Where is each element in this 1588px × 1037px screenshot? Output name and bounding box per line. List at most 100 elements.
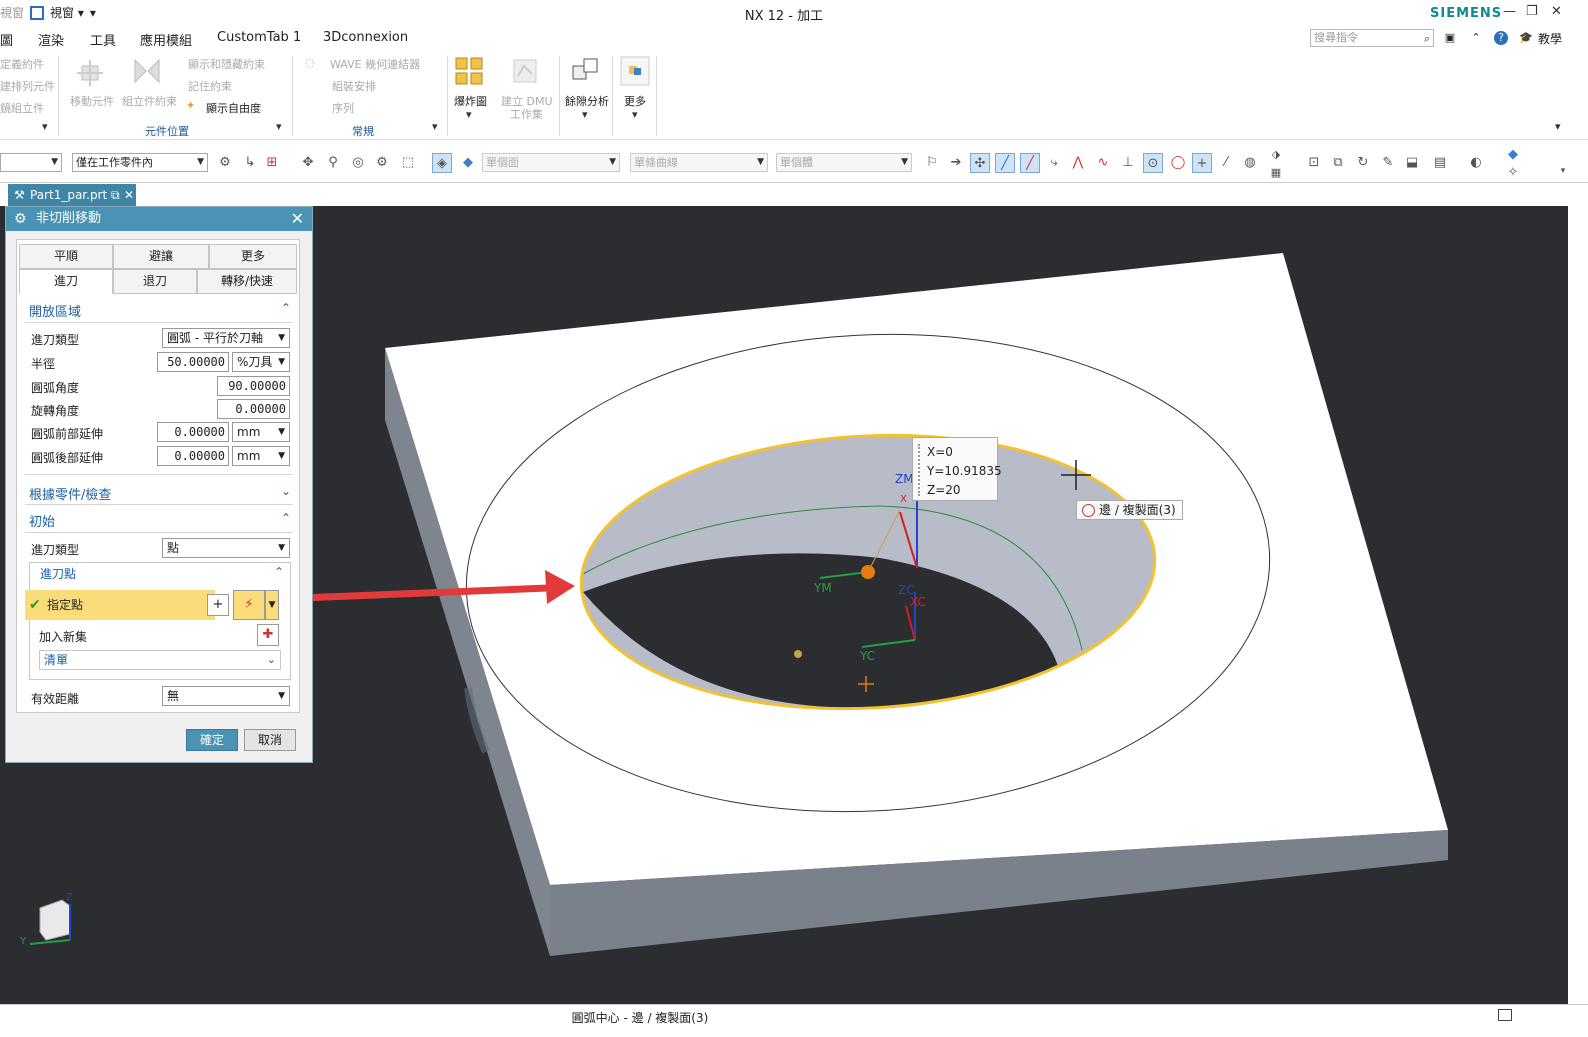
menu-render[interactable]: 渲染 xyxy=(38,30,64,49)
render-style-icon[interactable]: ◐ xyxy=(1466,153,1486,173)
arc-front-extension-input[interactable]: 0.00000 xyxy=(157,422,229,442)
dialog-header[interactable]: ⚙ 非切削移動 ✕ xyxy=(6,207,312,231)
engage-point-title[interactable]: 進刀點 xyxy=(40,565,76,582)
close-icon[interactable]: ✕ xyxy=(291,207,304,231)
group-dropdown-icon[interactable]: ▾ xyxy=(432,120,438,133)
window-layout-icon[interactable]: ▣ xyxy=(1443,31,1457,45)
pick-icon[interactable]: ⊞ xyxy=(262,153,282,173)
fullscreen-icon[interactable] xyxy=(1498,1009,1512,1021)
menu-tools[interactable]: 工具 xyxy=(90,30,116,49)
chevron-up-icon[interactable]: ⌃ xyxy=(274,565,284,579)
arrow-icon[interactable]: ➔ xyxy=(946,153,966,173)
search-icon[interactable]: ⌕ xyxy=(1424,31,1430,47)
ribbon-item-define-component[interactable]: 定義約件 xyxy=(0,56,44,72)
section-initial[interactable]: 初始 xyxy=(29,511,55,530)
arc-back-extension-unit-select[interactable]: mm ▼ xyxy=(232,446,290,466)
help-icon[interactable]: ? xyxy=(1494,31,1508,45)
more-dropdown-icon[interactable]: ▾ xyxy=(632,108,638,121)
initial-engage-type-select[interactable]: 點 ▼ xyxy=(162,538,290,558)
type-filter-combo[interactable]: ▼ xyxy=(0,153,62,172)
minimize-icon[interactable]: — xyxy=(1503,4,1516,19)
show-dof-button[interactable]: 顯示自由度 xyxy=(206,100,261,116)
close-tab-icon[interactable]: ✕ xyxy=(124,184,134,206)
scope-filter-combo[interactable]: 僅在工作零件內 ▼ xyxy=(72,153,208,172)
tab-engage[interactable]: 進刀 xyxy=(19,269,113,294)
stop-icon[interactable]: ⚐ xyxy=(922,153,942,173)
tab-smoothing[interactable]: 平順 xyxy=(19,244,113,269)
group-dropdown-icon[interactable]: ▾ xyxy=(276,120,282,133)
restore-icon[interactable]: ❐ xyxy=(1526,4,1538,19)
dmu-icon[interactable] xyxy=(510,56,540,86)
zoom-icon[interactable]: ⧉ xyxy=(1328,153,1348,173)
circle-select-icon[interactable]: ◎ xyxy=(348,153,368,173)
engage-point-marker[interactable] xyxy=(861,565,875,579)
arrange-button[interactable]: 組裝安排 xyxy=(332,78,376,94)
body-rule-combo[interactable]: 單個體 ▼ xyxy=(776,153,912,172)
tangent-icon[interactable]: ⊥ xyxy=(1118,153,1138,173)
arc-front-extension-unit-select[interactable]: mm ▼ xyxy=(232,422,290,442)
chevron-up-icon[interactable]: ⌃ xyxy=(281,511,291,525)
pan-icon[interactable]: ✎ xyxy=(1378,153,1398,173)
tab-retract[interactable]: 退刀 xyxy=(113,269,197,294)
effective-distance-select[interactable]: 無 ▼ xyxy=(162,686,290,706)
tutorial-label[interactable]: 教學 xyxy=(1538,30,1562,47)
intersection-icon[interactable]: ⋀ xyxy=(1068,153,1088,173)
chevron-up-icon[interactable]: ⌃ xyxy=(281,301,291,315)
quadrant-icon[interactable]: ◯ xyxy=(1168,153,1188,173)
command-search-input[interactable]: 搜尋指令 ⌕ xyxy=(1310,29,1434,47)
menu-application[interactable]: 應用模組 xyxy=(140,30,192,49)
show-dof-icon[interactable]: ✦ xyxy=(186,99,195,112)
collapse-ribbon-icon[interactable]: ⌃ xyxy=(1469,31,1483,45)
move-component-icon[interactable] xyxy=(76,58,106,88)
section-part-check[interactable]: 根據零件/檢查 xyxy=(29,484,111,503)
menu-3dconnexion[interactable]: 3Dconnexion xyxy=(323,30,408,45)
document-tab[interactable]: ⚒ Part1_par.prt ⧉ ✕ xyxy=(8,184,136,206)
face-rule-combo[interactable]: 單個面 ▼ xyxy=(482,153,620,172)
feature-icon[interactable]: ⚙ xyxy=(372,153,392,173)
wave-linker-button[interactable]: WAVE 幾何連結器 xyxy=(330,56,420,72)
ribbon-item-array-component[interactable]: 建排列元件 xyxy=(0,78,55,94)
curve-rule-combo[interactable]: 單條曲線 ▼ xyxy=(630,153,768,172)
orient-icon[interactable]: ⬓ xyxy=(1402,153,1422,173)
sequence-button[interactable]: 序列 xyxy=(332,100,354,116)
rotation-angle-input[interactable]: 0.00000 xyxy=(217,399,290,419)
mid-point-icon[interactable]: ╱ xyxy=(1020,153,1040,173)
layout-icon[interactable]: ▤ xyxy=(1430,153,1450,173)
list-toggle[interactable]: 清單 ⌄ xyxy=(39,650,281,670)
assembly-constraints-button[interactable]: 組立件約束 xyxy=(122,93,177,109)
arc-center-icon[interactable]: ⊙ xyxy=(1143,153,1163,173)
gear-icon[interactable]: ⚙ xyxy=(14,207,27,231)
display-mode-icon[interactable]: ✧ xyxy=(1503,163,1523,183)
point-on-curve-icon[interactable]: ⁄ xyxy=(1216,153,1236,173)
line-icon[interactable]: ╱ xyxy=(995,153,1015,173)
rotate-icon[interactable]: ↻ xyxy=(1353,153,1373,173)
ribbon-item-mirror-assembly[interactable]: 鏡組立件 xyxy=(0,100,44,116)
more-button[interactable]: 更多 xyxy=(624,93,646,109)
bounding-icon[interactable]: ⬗ xyxy=(1266,145,1286,165)
radius-unit-select[interactable]: %刀具 ▼ xyxy=(232,352,290,372)
remember-constraints-button[interactable]: 記住約束 xyxy=(188,78,232,94)
clearance-dropdown-icon[interactable]: ▾ xyxy=(582,108,588,121)
tab-more[interactable]: 更多 xyxy=(209,244,297,269)
ribbon-overflow-icon[interactable]: ▾ xyxy=(42,120,48,133)
chevron-down-icon[interactable]: ⌄ xyxy=(281,484,291,498)
tab-transfer-rapid[interactable]: 轉移/快速 xyxy=(197,269,297,294)
point-on-face-icon[interactable]: ◍ xyxy=(1240,153,1260,173)
exploded-view-dropdown-icon[interactable]: ▾ xyxy=(466,108,472,121)
section-open-area[interactable]: 開放區域 xyxy=(29,301,81,320)
toolbar-options-icon[interactable]: ▾ xyxy=(1553,161,1573,181)
body-icon[interactable]: ◆ xyxy=(458,153,478,173)
menu-customtab[interactable]: CustomTab 1 xyxy=(217,30,301,45)
curve-point-icon[interactable]: ∿ xyxy=(1093,153,1113,173)
inferred-point-button[interactable]: ⚡ xyxy=(233,590,265,620)
end-point-icon[interactable]: ✣ xyxy=(970,153,990,173)
menu-view[interactable]: 圖 xyxy=(0,30,13,49)
view-cube-icon[interactable]: ◆ xyxy=(1503,145,1523,165)
clearance-analysis-button[interactable]: 餘隙分析 xyxy=(565,93,609,109)
select-all-icon[interactable]: ⚙ xyxy=(215,153,235,173)
add-new-set-button[interactable]: ✚ xyxy=(257,624,279,646)
filter-icon[interactable]: ⚲ xyxy=(323,153,343,173)
snap-icon[interactable]: ✥ xyxy=(298,153,318,173)
arc-angle-input[interactable]: 90.00000 xyxy=(217,376,290,396)
control-point-icon[interactable]: ⤷ xyxy=(1044,153,1064,173)
